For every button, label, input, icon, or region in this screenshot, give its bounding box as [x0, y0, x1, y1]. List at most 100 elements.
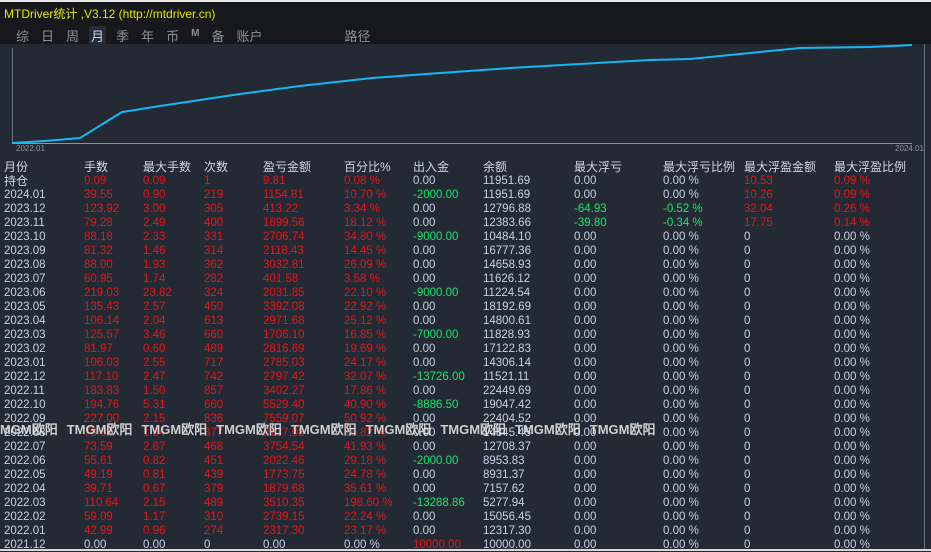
watermark-text: TMGM欧阳 [216, 422, 282, 437]
tab-2[interactable]: 周 [64, 26, 81, 45]
cell-max-float-profit: 10.26 [744, 189, 773, 201]
cell-deposit: -9000.00 [413, 287, 459, 299]
cell-pnl: 2031.85 [263, 287, 305, 299]
cell-max-float-loss-pct: 0.00 % [663, 399, 699, 411]
tab-7[interactable]: M [189, 26, 201, 45]
tab-8[interactable]: 备 [209, 26, 226, 45]
cell-trades: 282 [204, 273, 224, 285]
tab-0[interactable]: 综 [14, 26, 31, 45]
cell-max-lots: 2.57 [143, 301, 166, 313]
cell-max-float-loss: -39.80 [574, 217, 607, 229]
cell-max-float-loss-pct: 0.00 % [663, 511, 699, 523]
cell-month: 2023.03 [4, 329, 46, 341]
cell-max-float-loss-pct: 0.00 % [663, 483, 699, 495]
watermark-text: TMGM欧阳 [589, 422, 656, 437]
cell-lots: 110.64 [84, 497, 119, 509]
column-header-balance[interactable]: 余额 [483, 160, 507, 174]
period-tabs: 综日周月季年币 M 备账户 路径 [14, 26, 381, 45]
cell-balance: 11951.69 [483, 175, 531, 187]
cell-max-float-profit: 0 [744, 357, 751, 369]
cell-max-float-profit-pct: 0.00 % [834, 245, 870, 257]
cell-max-float-loss: 0.00 [574, 273, 597, 285]
tab-3[interactable]: 月 [89, 26, 107, 45]
cell-max-float-loss: 0.00 [574, 497, 597, 509]
tab-1[interactable]: 日 [39, 26, 56, 45]
cell-month: 2023.01 [4, 357, 46, 369]
cell-max-float-loss: 0.00 [574, 343, 597, 355]
cell-max-float-profit: 0 [744, 259, 751, 271]
watermark-text: TMGM欧阳 [290, 422, 357, 437]
cell-max-float-loss-pct: 0.00 % [663, 469, 699, 481]
cell-trades: 450 [204, 301, 224, 313]
cell-percent: 26.09 % [344, 259, 387, 271]
cell-max-lots: 0.09 [143, 175, 166, 187]
cell-max-float-profit-pct: 0.00 % [834, 441, 870, 453]
cell-balance: 11224.54 [483, 287, 531, 299]
cell-deposit: -2000.00 [413, 189, 459, 201]
cell-pnl: 2739.15 [263, 511, 305, 523]
cell-percent: 22.10 % [344, 287, 387, 299]
equity-chart [11, 44, 913, 144]
table-row: 2022.11 183.83 1.50 857 3402.27 17.86 % 0.00 22… [0, 384, 931, 398]
cell-max-float-profit-pct: 0.00 % [834, 315, 870, 327]
app-title: MTDriver统计 ,V3.12 (http://mtdriver.cn) [4, 7, 216, 21]
scrollbar[interactable] [924, 44, 925, 551]
cell-max-float-loss: 0.00 [574, 469, 597, 481]
column-header-pnl[interactable]: 盈亏金额 [263, 160, 311, 174]
table-row: 2024.01 39.55 0.90 219 1154.81 10.70 % -2000.0… [0, 188, 931, 202]
table-header: 月份 手数 最大手数 次数 盈亏金额 百分比% 出入金 余额 最大浮亏 最大浮亏比例 最大浮盈金额 最… [0, 160, 931, 174]
cell-percent: 3.58 % [344, 273, 380, 285]
cell-max-float-loss-pct: 0.00 % [663, 189, 699, 201]
cell-month: 2022.03 [4, 497, 46, 509]
tab-9[interactable]: 账户 [234, 26, 264, 45]
cell-month: 2022.04 [4, 483, 46, 495]
equity-curve [11, 44, 913, 144]
column-header-max-float-loss[interactable]: 最大浮亏 [574, 160, 622, 174]
tab-10[interactable]: 路径 [342, 26, 372, 45]
cell-deposit: 0.00 [413, 357, 436, 369]
cell-max-lots: 2.49 [143, 217, 166, 229]
cell-trades: 717 [204, 357, 224, 369]
column-header-deposit[interactable]: 出入金 [413, 160, 449, 174]
column-header-month[interactable]: 月份 [4, 160, 28, 174]
cell-percent: 22.24 % [344, 511, 387, 523]
cell-balance: 18192.69 [483, 301, 531, 313]
table-row: 2022.05 49.19 0.81 439 1773.75 24.78 % 0.00 893… [0, 468, 931, 482]
column-header-percent[interactable]: 百分比% [344, 160, 391, 174]
table-row: 2022.06 55.61 0.82 451 2022.46 29.18 % -2000.0… [0, 454, 931, 468]
cell-month: 2022.11 [4, 385, 45, 397]
column-header-max-float-profit-pct[interactable]: 最大浮盈比例 [834, 160, 906, 174]
cell-percent: 25.12 % [344, 315, 387, 327]
cell-percent: 32.07 % [344, 371, 387, 383]
watermark-text: TMGM欧阳 [440, 422, 507, 437]
column-header-max-float-profit[interactable]: 最大浮盈金额 [744, 160, 816, 174]
cell-max-lots: 2.47 [143, 371, 166, 383]
cell-lots: 194.76 [84, 399, 120, 411]
cell-pnl: 2706.74 [263, 231, 305, 243]
cell-max-float-profit: 0 [744, 511, 751, 523]
tab-6[interactable]: 币 [164, 26, 181, 45]
cell-pnl: 2317.30 [263, 525, 305, 537]
cell-pnl: 2785.03 [263, 357, 305, 369]
column-header-max-lots[interactable]: 最大手数 [143, 160, 191, 174]
cell-max-lots: 0.96 [143, 525, 166, 537]
cell-balance: 15056.45 [483, 511, 531, 523]
cell-max-float-profit-pct: 0.00 % [834, 455, 870, 467]
cell-deposit: 0.00 [413, 301, 436, 313]
cell-max-float-profit-pct: 0.00 % [834, 413, 870, 425]
column-header-max-float-loss-pct[interactable]: 最大浮亏比例 [663, 160, 735, 174]
cell-max-lots: 1.46 [143, 245, 166, 257]
cell-max-float-profit: 0 [744, 441, 751, 453]
column-header-trades[interactable]: 次数 [204, 160, 228, 174]
cell-max-float-loss: 0.00 [574, 511, 597, 523]
cell-max-float-loss-pct: 0.00 % [663, 413, 699, 425]
cell-lots: 125.57 [84, 329, 120, 341]
tab-4[interactable]: 季 [114, 26, 131, 45]
cell-max-float-loss-pct: 0.00 % [663, 231, 699, 243]
table-row: 2023.05 135.43 2.57 450 3392.08 22.92 % 0.00 18… [0, 300, 931, 314]
cell-month: 2023.06 [4, 287, 46, 299]
tab-5[interactable]: 年 [139, 26, 156, 45]
column-header-lots[interactable]: 手数 [84, 160, 108, 174]
cell-max-float-profit: 0 [744, 301, 751, 313]
cell-pnl: 1879.68 [263, 483, 305, 495]
